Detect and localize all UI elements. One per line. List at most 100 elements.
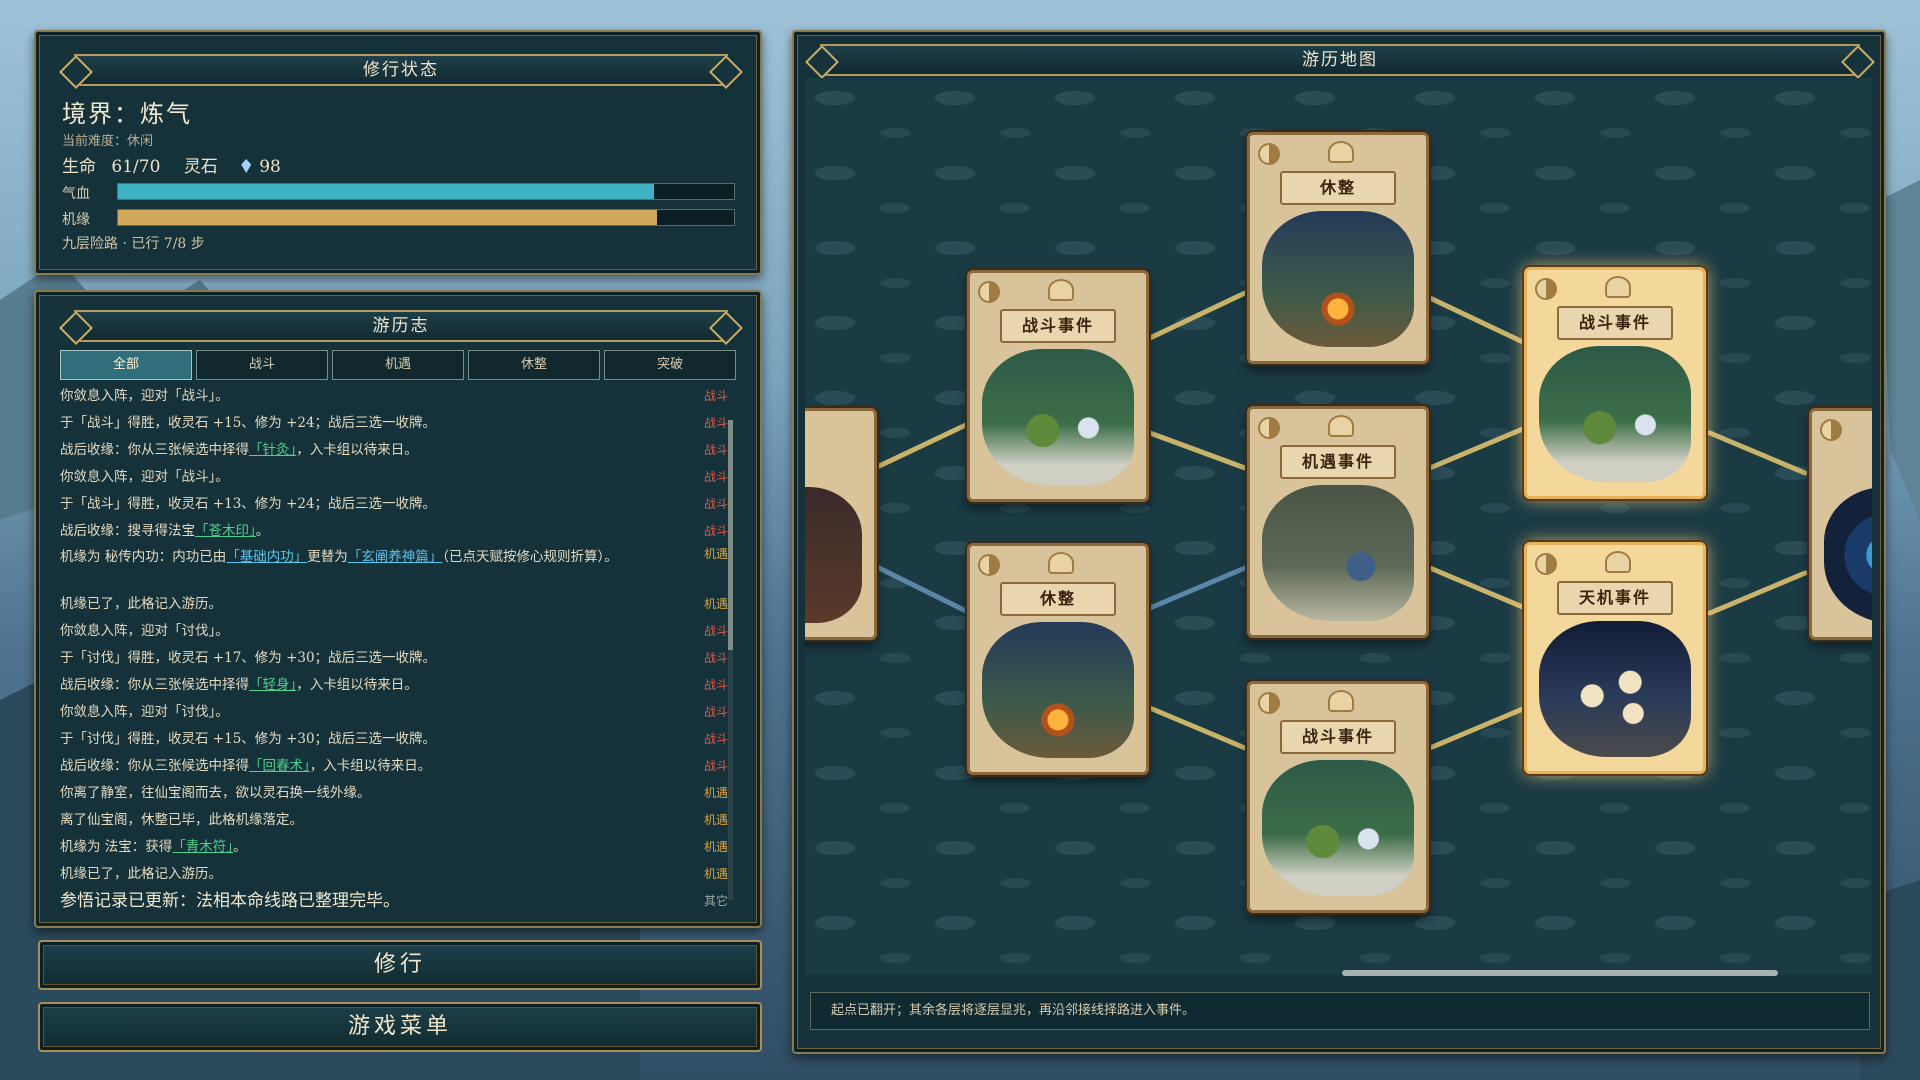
journal-entry: 你敛息入阵，迎对「战斗」。 战斗 (60, 383, 740, 410)
map-card-rest-1[interactable]: 休整 (967, 543, 1149, 775)
entry-keyword[interactable]: 「苍木印」 (195, 523, 256, 539)
yin-yang-icon (1535, 553, 1557, 575)
entry-text: 于「战斗」得胜，收灵石 +15、修为 +24；战后三选一收牌。 (60, 415, 437, 431)
yin-yang-icon (1258, 417, 1280, 439)
entry-text: 机缘为 法宝：获得 (60, 839, 173, 855)
journal-entry: 你敛息入阵，迎对「讨伐」。 战斗 (60, 699, 740, 726)
map-area: 战斗事件 休整 休整 机遇事件 战斗事件 战斗事件 天机事件 (805, 78, 1872, 975)
map-card-right-edge[interactable] (1809, 408, 1872, 640)
entry-tag: 战斗 (703, 705, 728, 719)
journal-tab[interactable]: 战斗 (196, 350, 328, 380)
map-card-rest-top[interactable]: 休整 (1247, 132, 1429, 364)
cultivate-button[interactable]: 修行 (38, 940, 762, 990)
entry-keyword[interactable]: 「轻身」 (249, 677, 296, 693)
entry-keyword[interactable]: 「针灸」 (249, 442, 296, 458)
card-title: 天机事件 (1557, 581, 1673, 615)
card-art (982, 622, 1134, 758)
jiyuan-bar-fill (118, 210, 657, 225)
journal-entry: 离了仙宝阁，休整已毕，此格机缘落定。 机遇 (60, 807, 740, 834)
entry-text: 。 (255, 523, 270, 539)
qixue-bar-fill (118, 184, 654, 199)
journal-entry: 战后收缘：你从三张候选中择得「轻身」，入卡组以待来日。 战斗 (60, 672, 740, 699)
entry-text: 于「讨伐」得胜，收灵石 +17、修为 +30；战后三选一收牌。 (60, 650, 437, 666)
entry-tag: 战斗 (703, 497, 728, 511)
map-link (872, 420, 973, 471)
entry-text: 战后收缘：搜寻得法宝 (60, 523, 195, 539)
map-card-fight-3[interactable]: 战斗事件 (1524, 267, 1706, 499)
journal-banner: 游历志 (74, 310, 728, 342)
game-menu-button[interactable]: 游戏菜单 (38, 1002, 762, 1052)
entry-tag: 机遇 (703, 786, 728, 800)
spirit-stone-icon (241, 159, 252, 173)
entry-tag: 战斗 (703, 389, 728, 403)
card-art (982, 349, 1134, 485)
journal-entry: 机缘已了，此格记入游历。 机遇 (60, 591, 740, 618)
journal-tab[interactable]: 全部 (60, 350, 192, 380)
journal-scrollbar[interactable] (728, 420, 733, 900)
map-banner: 游历地图 (820, 44, 1860, 76)
entry-keyword[interactable]: 「回春术」 (249, 758, 310, 774)
journal-entry: 战后收缘：你从三张候选中择得「回春术」，入卡组以待来日。 战斗 (60, 753, 740, 780)
crest-icon (1605, 551, 1631, 573)
journal-entry: 机缘已了，此格记入游历。 机遇 (60, 861, 740, 888)
crest-icon (1048, 552, 1074, 574)
entry-tag: 战斗 (703, 470, 728, 484)
entry-text: （已点天赋按修心规则折算）。 (442, 549, 618, 565)
entry-tag: 机遇 (703, 597, 728, 611)
entry-text: 你敛息入阵，迎对「战斗」。 (60, 388, 229, 404)
entry-keyword[interactable]: 「玄阐养神篇」 (348, 549, 443, 565)
card-title: 机遇事件 (1280, 445, 1396, 479)
difficulty-label: 当前难度：休闲 (62, 134, 154, 149)
qixue-label: 气血 (62, 186, 90, 202)
entry-text: 你敛息入阵，迎对「讨伐」。 (60, 623, 229, 639)
journal-tab[interactable]: 休整 (468, 350, 600, 380)
yin-yang-icon (1535, 278, 1557, 300)
entry-tag: 战斗 (703, 651, 728, 665)
status-banner: 修行状态 (74, 54, 728, 86)
crest-icon (1328, 690, 1354, 712)
crest-icon (1048, 279, 1074, 301)
hp-label: 生命 (62, 157, 96, 177)
entry-text: 你敛息入阵，迎对「战斗」。 (60, 469, 229, 485)
entry-text: 机缘为 秘传内功：内功已由 (60, 549, 227, 565)
card-title: 战斗事件 (1280, 720, 1396, 754)
map-card-left-edge[interactable] (805, 408, 877, 640)
map-card-fight-2[interactable]: 战斗事件 (1247, 681, 1429, 913)
entry-text: 你离了静室，往仙宝阁而去，欲以灵石换一线外缘。 (60, 785, 371, 801)
journal-scroll-thumb[interactable] (728, 420, 733, 650)
journal-tab[interactable]: 机遇 (332, 350, 464, 380)
map-card-fight-1[interactable]: 战斗事件 (967, 270, 1149, 502)
journal-tab[interactable]: 突破 (604, 350, 736, 380)
map-horizontal-scrollbar[interactable] (1342, 970, 1778, 976)
entry-keyword[interactable]: 「基础内功」 (226, 549, 307, 565)
map-hint: 起点已翻开；其余各层将逐层显兆，再沿邻接线择路进入事件。 (810, 992, 1870, 1030)
journal-entry: 于「讨伐」得胜，收灵石 +17、修为 +30；战后三选一收牌。 战斗 (60, 645, 740, 672)
map-link (1427, 565, 1528, 611)
yin-yang-icon (978, 281, 1000, 303)
journal-log: 你敛息入阵，迎对「战斗」。 战斗 于「战斗」得胜，收灵石 +15、修为 +24；战后… (60, 383, 740, 913)
map-card-tianji[interactable]: 天机事件 (1524, 542, 1706, 774)
stone-label: 灵石 (183, 157, 218, 177)
entry-text: 更替为 (307, 549, 348, 565)
journal-entry: 你敛息入阵，迎对「战斗」。 战斗 (60, 464, 740, 491)
card-art (805, 487, 862, 623)
journal-entry: 参悟记录已更新：法相本命线路已整理完毕。 其它 (60, 888, 740, 913)
entry-text: 机缘已了，此格记入游历。 (60, 596, 222, 612)
qixue-bar (117, 183, 735, 200)
realm-title: 境界：炼气 (62, 100, 192, 128)
entry-text: 于「讨伐」得胜，收灵石 +15、修为 +30；战后三选一收牌。 (60, 731, 437, 747)
map-link (1707, 570, 1808, 616)
card-title: 休整 (1000, 582, 1116, 616)
entry-tag: 机遇 (703, 547, 728, 561)
entry-text: 于「战斗」得胜，收灵石 +13、修为 +24；战后三选一收牌。 (60, 496, 437, 512)
entry-text: 战后收缘：你从三张候选中择得 (60, 442, 249, 458)
yin-yang-icon (1258, 692, 1280, 714)
route-progress: 九层险路 · 已行 7/8 步 (62, 236, 205, 252)
entry-keyword[interactable]: 「青木符」 (172, 839, 233, 855)
yin-yang-icon (1820, 419, 1842, 441)
map-link (1427, 295, 1528, 346)
crest-icon (1605, 276, 1631, 298)
map-card-chance[interactable]: 机遇事件 (1247, 406, 1429, 638)
entry-text: 离了仙宝阁，休整已毕，此格机缘落定。 (60, 812, 303, 828)
vitals-row: 生命 61/70 灵石 98 (62, 152, 281, 177)
